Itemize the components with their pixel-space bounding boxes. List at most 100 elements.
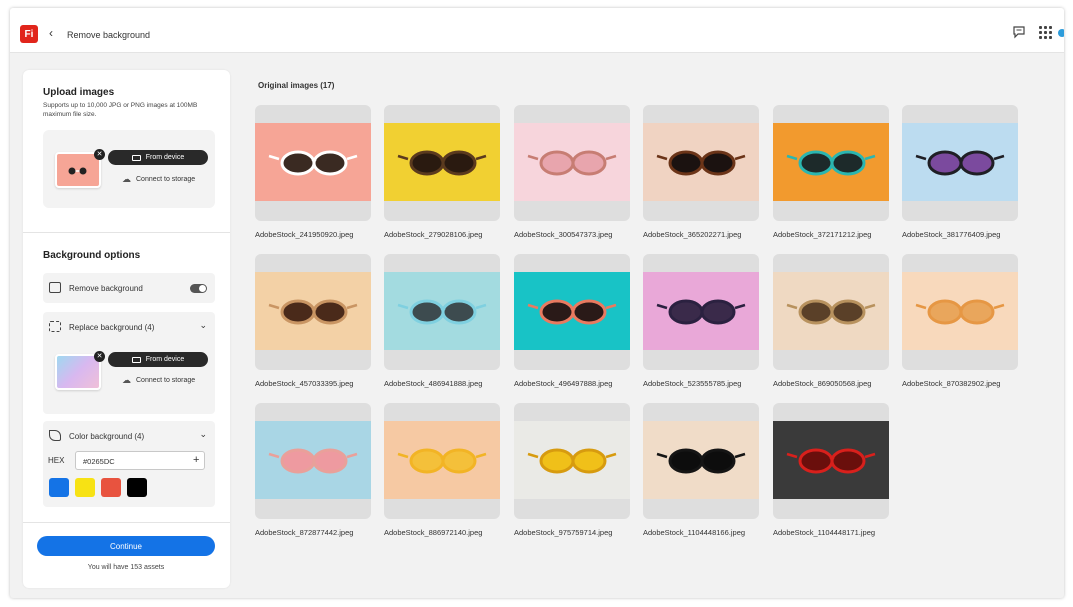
image-thumbnail[interactable] bbox=[902, 254, 1018, 370]
image-filename: AdobeStock_496497888.jpeg bbox=[514, 379, 613, 388]
profile-avatar[interactable] bbox=[1058, 29, 1064, 37]
hex-input[interactable]: #0265DC bbox=[75, 451, 205, 470]
image-card[interactable]: AdobeStock_1104448166.jpeg bbox=[643, 403, 759, 537]
upload-subtitle: Supports up to 10,000 JPG or PNG images … bbox=[43, 102, 198, 118]
add-color-icon[interactable]: + bbox=[193, 454, 199, 466]
image-filename: AdobeStock_886972140.jpeg bbox=[384, 528, 483, 537]
image-remove-icon bbox=[49, 282, 61, 293]
image-thumbnail[interactable] bbox=[514, 254, 630, 370]
image-filename: AdobeStock_381776409.jpeg bbox=[902, 230, 1001, 239]
cloud-upload-icon: ☁ bbox=[122, 375, 131, 385]
continue-button[interactable]: Continue bbox=[37, 536, 215, 556]
image-card[interactable]: AdobeStock_457033395.jpeg bbox=[255, 254, 371, 388]
image-thumbnail[interactable] bbox=[773, 254, 889, 370]
image-thumbnail[interactable] bbox=[384, 105, 500, 221]
sunglasses-photo bbox=[773, 421, 889, 499]
image-thumbnail[interactable] bbox=[902, 105, 1018, 221]
sunglasses-photo bbox=[902, 272, 1018, 350]
chat-icon[interactable] bbox=[1012, 25, 1026, 39]
color-swatch[interactable] bbox=[49, 478, 69, 497]
divider bbox=[23, 522, 230, 523]
image-thumbnail[interactable] bbox=[514, 105, 630, 221]
sunglasses-photo bbox=[384, 421, 500, 499]
sunglasses-photo bbox=[384, 123, 500, 201]
divider bbox=[23, 232, 230, 233]
back-chevron-icon[interactable]: ‹ bbox=[49, 26, 53, 40]
image-filename: AdobeStock_486941888.jpeg bbox=[384, 379, 483, 388]
chevron-down-icon[interactable]: ⌄ bbox=[199, 320, 207, 331]
image-thumbnail[interactable] bbox=[643, 403, 759, 519]
image-thumbnail[interactable] bbox=[514, 403, 630, 519]
remove-background-label: Remove background bbox=[69, 284, 143, 293]
connect-storage-button[interactable]: ☁ Connect to storage bbox=[122, 375, 195, 386]
replace-icon bbox=[49, 321, 61, 332]
remove-background-toggle[interactable] bbox=[190, 284, 207, 293]
image-card[interactable]: AdobeStock_365202271.jpeg bbox=[643, 105, 759, 239]
app-logo: Fi bbox=[20, 25, 38, 43]
background-options-title: Background options bbox=[43, 250, 141, 261]
hex-label: HEX bbox=[48, 456, 65, 465]
paint-bucket-icon bbox=[49, 430, 61, 441]
image-filename: AdobeStock_870382902.jpeg bbox=[902, 379, 1001, 388]
image-filename: AdobeStock_869050568.jpeg bbox=[773, 379, 872, 388]
image-card[interactable]: AdobeStock_381776409.jpeg bbox=[902, 105, 1018, 239]
image-card[interactable]: AdobeStock_1104448171.jpeg bbox=[773, 403, 889, 537]
image-thumbnail[interactable] bbox=[255, 254, 371, 370]
image-filename: AdobeStock_241950920.jpeg bbox=[255, 230, 354, 239]
from-device-button[interactable]: From device bbox=[108, 150, 208, 165]
replace-background-row[interactable]: Replace background (4) ⌄ bbox=[43, 312, 215, 342]
sunglasses-photo bbox=[773, 123, 889, 201]
cloud-upload-icon: ☁ bbox=[122, 174, 131, 184]
color-background-label: Color background (4) bbox=[69, 432, 145, 441]
top-bar: Fi ‹ Remove background bbox=[10, 8, 1064, 53]
image-card[interactable]: AdobeStock_372171212.jpeg bbox=[773, 105, 889, 239]
connect-storage-label: Connect to storage bbox=[136, 176, 196, 183]
image-filename: AdobeStock_975759714.jpeg bbox=[514, 528, 613, 537]
from-device-label: From device bbox=[145, 154, 185, 161]
color-swatch[interactable] bbox=[75, 478, 95, 497]
remove-upload-icon[interactable]: ✕ bbox=[94, 149, 105, 160]
image-filename: AdobeStock_279028106.jpeg bbox=[384, 230, 483, 239]
sunglasses-photo bbox=[643, 272, 759, 350]
image-card[interactable]: AdobeStock_975759714.jpeg bbox=[514, 403, 630, 537]
replace-background-panel: ✕ From device ☁ Connect to storage bbox=[43, 342, 215, 414]
apps-grid-icon[interactable] bbox=[1038, 25, 1052, 39]
sunglasses-photo bbox=[643, 123, 759, 201]
image-filename: AdobeStock_300547373.jpeg bbox=[514, 230, 613, 239]
connect-storage-button[interactable]: ☁ Connect to storage bbox=[122, 174, 195, 185]
image-card[interactable]: AdobeStock_523555785.jpeg bbox=[643, 254, 759, 388]
image-card[interactable]: AdobeStock_872877442.jpeg bbox=[255, 403, 371, 537]
image-card[interactable]: AdobeStock_870382902.jpeg bbox=[902, 254, 1018, 388]
remove-background-image-icon[interactable]: ✕ bbox=[94, 351, 105, 362]
image-filename: AdobeStock_372171212.jpeg bbox=[773, 230, 872, 239]
image-filename: AdobeStock_1104448166.jpeg bbox=[643, 528, 746, 537]
image-thumbnail[interactable] bbox=[384, 403, 500, 519]
gallery-title: Original images (17) bbox=[258, 81, 335, 90]
remove-background-row[interactable]: Remove background bbox=[43, 273, 215, 303]
sunglasses-photo bbox=[514, 421, 630, 499]
image-filename: AdobeStock_1104448171.jpeg bbox=[773, 528, 876, 537]
image-card[interactable]: AdobeStock_279028106.jpeg bbox=[384, 105, 500, 239]
breadcrumb[interactable]: Remove background bbox=[67, 30, 150, 40]
image-card[interactable]: AdobeStock_869050568.jpeg bbox=[773, 254, 889, 388]
image-thumbnail[interactable] bbox=[643, 254, 759, 370]
image-thumbnail[interactable] bbox=[384, 254, 500, 370]
sunglasses-photo bbox=[514, 123, 630, 201]
image-thumbnail[interactable] bbox=[643, 105, 759, 221]
image-card[interactable]: AdobeStock_496497888.jpeg bbox=[514, 254, 630, 388]
image-card[interactable]: AdobeStock_886972140.jpeg bbox=[384, 403, 500, 537]
upload-title: Upload images bbox=[43, 87, 115, 98]
image-thumbnail[interactable] bbox=[773, 105, 889, 221]
color-swatch[interactable] bbox=[127, 478, 147, 497]
image-card[interactable]: AdobeStock_300547373.jpeg bbox=[514, 105, 630, 239]
image-thumbnail[interactable] bbox=[255, 105, 371, 221]
sunglasses-photo bbox=[255, 272, 371, 350]
image-thumbnail[interactable] bbox=[773, 403, 889, 519]
from-device-button[interactable]: From device bbox=[108, 352, 208, 367]
color-swatch[interactable] bbox=[101, 478, 121, 497]
chevron-down-icon[interactable]: ⌄ bbox=[199, 429, 207, 440]
image-thumbnail[interactable] bbox=[255, 403, 371, 519]
image-card[interactable]: AdobeStock_241950920.jpeg bbox=[255, 105, 371, 239]
image-card[interactable]: AdobeStock_486941888.jpeg bbox=[384, 254, 500, 388]
sunglasses-photo bbox=[902, 123, 1018, 201]
